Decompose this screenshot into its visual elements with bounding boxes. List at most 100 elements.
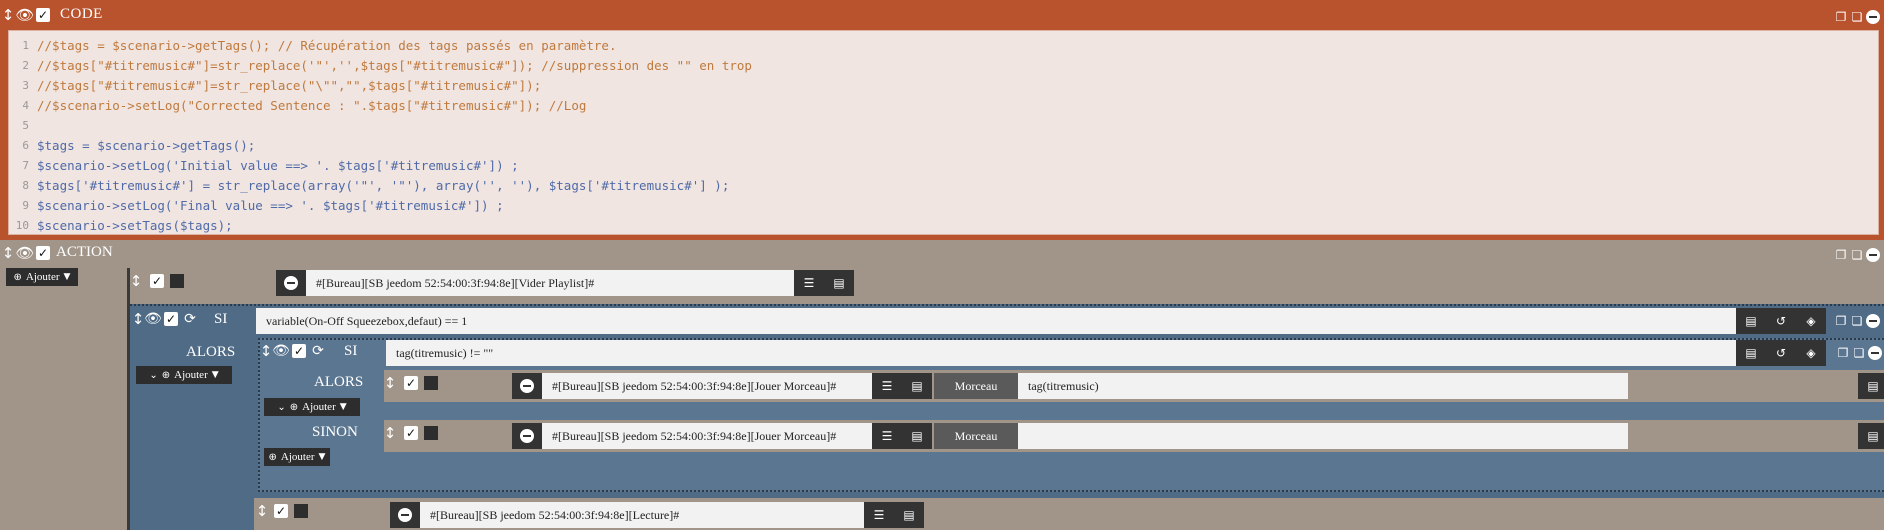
option-checkbox[interactable]: [294, 504, 308, 518]
list-icon[interactable]: ▤: [894, 502, 924, 528]
code-block-controls: ❐ ❏: [1834, 10, 1880, 24]
cube-icon[interactable]: ◈: [1796, 308, 1826, 334]
duplicate-icon[interactable]: ❏: [1850, 248, 1864, 262]
caret-down-icon: ▼: [339, 402, 347, 412]
caret-down-icon: ▼: [318, 452, 326, 462]
list-icon[interactable]: ▤: [1858, 373, 1884, 399]
remove-action-button[interactable]: [390, 502, 420, 528]
code-line: 6 $tags = $scenario->getTags();: [22, 137, 256, 153]
command-field[interactable]: #[Bureau][SB jeedom 52:54:00:3f:94:8e][J…: [542, 423, 872, 449]
eye-icon[interactable]: 👁: [144, 310, 162, 328]
list-icon[interactable]: ▤: [1736, 308, 1766, 334]
copy-icon[interactable]: ❐: [1834, 248, 1848, 262]
list-check-icon[interactable]: ☰: [872, 373, 902, 399]
add-dropdown-button[interactable]: ⌄ ⊕ Ajouter ▼: [264, 398, 360, 416]
code-line: 1//$tags = $scenario->getTags(); // Récu…: [22, 37, 617, 53]
code-editor[interactable]: 1//$tags = $scenario->getTags(); // Récu…: [8, 30, 1879, 235]
drag-handle-icon[interactable]: ↕: [260, 342, 273, 360]
if-block: ↕ 👁 ✓ ⟳ SI variable(On-Off Squeezebox,de…: [130, 304, 1884, 530]
drag-handle-icon[interactable]: ↕: [384, 374, 397, 392]
command-field[interactable]: #[Bureau][SB jeedom 52:54:00:3f:94:8e][V…: [306, 270, 794, 296]
enable-checkbox[interactable]: ✓: [274, 504, 288, 518]
drag-handle-icon[interactable]: ↕: [384, 424, 397, 442]
enable-checkbox[interactable]: ✓: [36, 246, 50, 260]
caret-down-icon: ▼: [63, 272, 71, 282]
drag-handle-icon[interactable]: ↕: [2, 244, 15, 262]
add-dropdown-button[interactable]: ⊕ Ajouter ▼: [264, 448, 330, 466]
eye-icon[interactable]: 👁: [15, 6, 34, 24]
duplicate-icon[interactable]: ❏: [1852, 346, 1866, 360]
enable-checkbox[interactable]: ✓: [404, 426, 418, 440]
chevron-down-icon[interactable]: ⌄: [149, 370, 157, 381]
cube-icon[interactable]: ◈: [1796, 340, 1826, 366]
add-dropdown-button[interactable]: ⌄ ⊕ Ajouter ▼: [136, 366, 232, 384]
code-block-title: CODE: [60, 6, 103, 22]
enable-checkbox[interactable]: ✓: [36, 8, 50, 22]
copy-icon[interactable]: ❐: [1834, 10, 1848, 24]
chevron-down-icon[interactable]: ⌄: [277, 402, 285, 413]
minus-circle-icon: [520, 429, 534, 443]
code-line: 4//$scenario->setLog("Corrected Sentence…: [22, 97, 587, 113]
minus-circle-icon: [398, 508, 412, 522]
option-checkbox[interactable]: [424, 376, 438, 390]
drag-handle-icon[interactable]: ↕: [130, 272, 143, 290]
remove-icon[interactable]: [1866, 314, 1880, 328]
plus-circle-icon: ⊕: [289, 401, 299, 413]
list-check-icon[interactable]: ☰: [794, 270, 824, 296]
action-row: ↕ ✓ #[Bureau][SB jeedom 52:54:00:3f:94:8…: [254, 498, 1884, 530]
minus-circle-icon: [520, 379, 534, 393]
command-buttons: ☰ ▤: [794, 270, 854, 296]
code-line: 3//$tags["#titremusic#"]=str_replace("\"…: [22, 77, 542, 93]
drag-handle-icon[interactable]: ↕: [256, 502, 269, 520]
remove-icon[interactable]: [1866, 248, 1880, 262]
option-checkbox[interactable]: [170, 274, 184, 288]
copy-icon[interactable]: ❐: [1836, 346, 1850, 360]
code-line: 2//$tags["#titremusic#"]=str_replace('"'…: [22, 57, 752, 73]
si-label: SI: [344, 343, 358, 359]
plus-circle-icon: ⊕: [13, 271, 22, 283]
list-check-icon[interactable]: ☰: [872, 423, 902, 449]
code-block: ↕ 👁 ✓ CODE ❐ ❏ 1//$tags = $scenario->get…: [0, 0, 1884, 240]
repeat-icon[interactable]: ⟳: [182, 310, 198, 328]
action-row: ↕ ✓ #[Bureau][SB jeedom 52:54:00:3f:94:8…: [384, 370, 1884, 402]
duplicate-icon[interactable]: ❏: [1850, 314, 1864, 328]
remove-icon[interactable]: [1868, 346, 1882, 360]
repeat-icon[interactable]: ⟳: [310, 342, 326, 360]
command-buttons: ☰ ▤: [872, 373, 932, 399]
enable-checkbox[interactable]: ✓: [164, 312, 178, 326]
condition-field[interactable]: tag(titremusic) != "": [386, 340, 1736, 366]
option-checkbox[interactable]: [424, 426, 438, 440]
drag-handle-icon[interactable]: ↕: [132, 310, 145, 328]
param-value-field[interactable]: [1018, 423, 1628, 449]
remove-icon[interactable]: [1866, 10, 1880, 24]
list-icon[interactable]: ▤: [902, 373, 932, 399]
enable-checkbox[interactable]: ✓: [292, 344, 306, 358]
history-icon[interactable]: ↺: [1766, 308, 1796, 334]
command-field[interactable]: #[Bureau][SB jeedom 52:54:00:3f:94:8e][L…: [420, 502, 864, 528]
list-icon[interactable]: ▤: [1858, 423, 1884, 449]
eye-icon[interactable]: 👁: [15, 244, 34, 262]
list-icon[interactable]: ▤: [1736, 340, 1766, 366]
add-dropdown-button[interactable]: ⊕ Ajouter ▼: [6, 268, 78, 286]
remove-action-button[interactable]: [512, 423, 542, 449]
enable-checkbox[interactable]: ✓: [404, 376, 418, 390]
drag-handle-icon[interactable]: ↕: [2, 6, 15, 24]
remove-action-button[interactable]: [276, 270, 306, 296]
history-icon[interactable]: ↺: [1766, 340, 1796, 366]
list-check-icon[interactable]: ☰: [864, 502, 894, 528]
duplicate-icon[interactable]: ❏: [1850, 10, 1864, 24]
command-field[interactable]: #[Bureau][SB jeedom 52:54:00:3f:94:8e][J…: [542, 373, 872, 399]
list-icon[interactable]: ▤: [902, 423, 932, 449]
copy-icon[interactable]: ❐: [1834, 314, 1848, 328]
minus-circle-icon: [284, 276, 298, 290]
enable-checkbox[interactable]: ✓: [150, 274, 164, 288]
remove-action-button[interactable]: [512, 373, 542, 399]
param-buttons: ▤: [1858, 423, 1884, 449]
action-row: ↕ ✓ #[Bureau][SB jeedom 52:54:00:3f:94:8…: [384, 420, 1884, 452]
action-block-title: ACTION: [56, 244, 113, 260]
param-value-field[interactable]: tag(titremusic): [1018, 373, 1628, 399]
condition-field[interactable]: variable(On-Off Squeezebox,defaut) == 1: [256, 308, 1736, 334]
eye-icon[interactable]: 👁: [272, 342, 290, 360]
alors-label: ALORS: [314, 374, 364, 390]
list-icon[interactable]: ▤: [824, 270, 854, 296]
